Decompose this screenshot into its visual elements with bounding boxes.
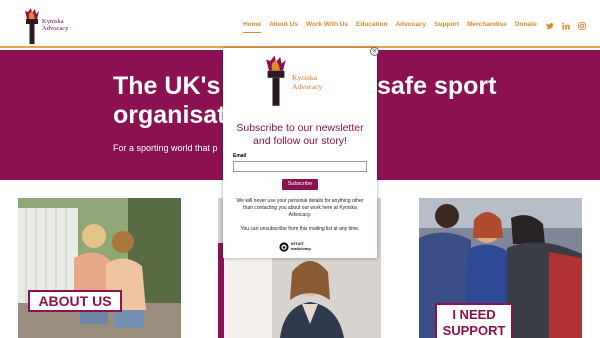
brand-name: Kyniska Advocacy	[42, 18, 68, 32]
mailchimp-text: INTUIT mailchimp	[291, 241, 311, 251]
modal-heading: Subscribe to our newsletter and follow o…	[236, 122, 364, 147]
i-need-support-label: I NEED SUPPORT	[435, 303, 513, 338]
social-links	[546, 22, 586, 30]
privacy-text: We will never use your personal details …	[236, 198, 364, 218]
mailchimp-icon	[279, 242, 289, 252]
site-header: Kyniska Advocacy Home About Us Work With…	[0, 0, 600, 48]
modal-logo: Kyniska Advocacy	[262, 53, 338, 111]
hero-title-right: safe sport	[377, 72, 497, 100]
linkedin-icon[interactable]	[562, 22, 570, 30]
brand-logo[interactable]: Kyniska Advocacy	[22, 8, 82, 46]
nav-donate[interactable]: Donate	[515, 21, 537, 33]
nav-education[interactable]: Education	[356, 21, 387, 33]
nav-support[interactable]: Support	[434, 21, 459, 33]
nav-advocacy[interactable]: Advocacy	[395, 21, 426, 33]
instagram-icon[interactable]	[578, 22, 586, 30]
hero-subtitle: For a sporting world that p	[113, 143, 218, 153]
subscribe-button[interactable]: Subscribe	[282, 179, 318, 190]
hero-title-left: The UK's organisat	[113, 72, 226, 129]
nav-merchandise[interactable]: Merchandise	[467, 21, 507, 33]
modal-logo-line2: Advocacy	[292, 82, 323, 91]
nav-home[interactable]: Home	[243, 21, 262, 33]
brand-name-line1: Kyniska	[42, 18, 64, 25]
mailchimp-line2: mailchimp	[291, 246, 311, 251]
unsubscribe-text: You can unsubscribe from this mailing li…	[240, 226, 360, 232]
about-us-label: ABOUT US	[28, 290, 122, 312]
nav-work-with-us[interactable]: Work With Us	[306, 21, 348, 33]
i-need-support-line1: I NEED	[452, 307, 496, 322]
brand-name-line2: Advocacy	[42, 25, 69, 32]
about-us-photo	[18, 198, 181, 338]
close-button[interactable]: ×	[370, 47, 379, 56]
torch-icon	[266, 55, 286, 106]
card-i-need-support[interactable]: I NEED SUPPORT	[419, 198, 582, 338]
i-need-support-line2: SUPPORT	[442, 323, 506, 338]
email-label: Email	[233, 153, 247, 159]
modal-logo-text: Kyniska Advocacy	[292, 73, 322, 91]
nav-about-us[interactable]: About Us	[269, 21, 298, 33]
card-about-us[interactable]: ABOUT US	[18, 198, 181, 338]
newsletter-modal: × Kyniska Advocacy Subscribe to our news…	[223, 47, 379, 258]
main-nav: Home About Us Work With Us Education Adv…	[243, 21, 537, 33]
email-field[interactable]	[233, 161, 367, 172]
torch-icon	[25, 8, 39, 44]
twitter-icon[interactable]	[546, 22, 554, 30]
modal-logo-line1: Kyniska	[292, 73, 317, 82]
mailchimp-badge[interactable]: INTUIT mailchimp	[279, 241, 321, 253]
